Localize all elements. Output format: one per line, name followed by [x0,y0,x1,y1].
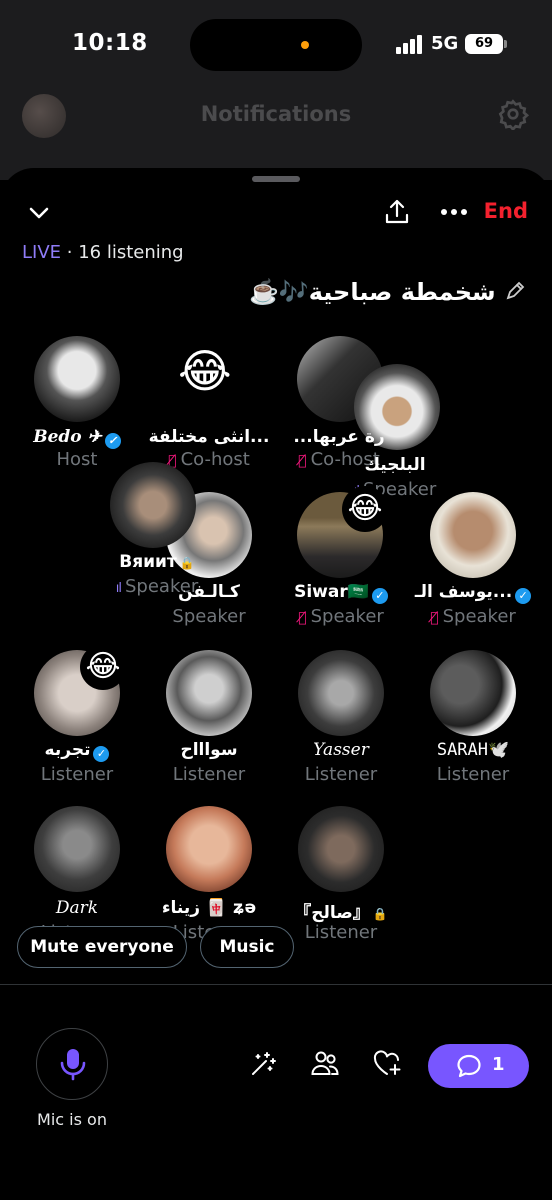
participant-name: 『صالح』 🔒 [294,903,388,923]
avatar[interactable] [298,806,384,892]
space-title[interactable]: شخمطة صباحية🎶☕️ [249,278,526,306]
music-button[interactable]: Music [200,926,294,968]
listening-count: · 16 listening [61,242,184,263]
participant-name: زيناء 🀄 ʑә [161,898,257,918]
mic-muted-icon: 🎙̸ [298,453,307,469]
verified-badge-icon: ✓ [371,588,388,604]
avatar[interactable] [166,806,252,892]
participant-role: Listener [436,764,510,785]
divider [0,984,552,985]
verified-badge-icon: ✓ [515,588,532,604]
participant-role: Listener [304,764,378,785]
battery-icon: 69 [465,34,503,54]
mic-button[interactable] [36,1028,108,1100]
background-header: Notifications [0,90,552,180]
participant-name: Siwar🇸🇦 ✓ [266,582,416,604]
avatar[interactable] [298,650,384,736]
avatar[interactable] [430,492,516,578]
pencil-icon [506,281,525,300]
participant-name: سواااح [180,740,238,760]
verified-badge-icon: ✓ [93,746,110,762]
participant-name: ...رة عربها [293,427,385,447]
add-heart-icon[interactable] [372,1049,402,1077]
space-sheet: End LIVE · 16 listening شخمطة صباحية🎶☕️ … [0,168,552,1200]
share-icon[interactable] [383,198,411,226]
laughing-emoji-icon: 😂 [178,344,232,398]
participant-name: Yasser [313,740,369,760]
mic-muted-icon: 🎙̸ [298,610,307,626]
participant-role: 🎙̸ Speaker [430,606,516,627]
speech-bubble-icon [457,1054,481,1078]
avatar[interactable] [34,336,120,422]
live-status: LIVE · 16 listening [22,242,184,263]
microphone-icon [60,1049,86,1081]
status-bar: 10:18 5G 69 [0,0,552,90]
status-time: 10:18 [72,30,148,56]
sheet-handle[interactable] [252,176,300,182]
participant-role: Listener [172,764,246,785]
participant-role: Listener [40,764,114,785]
collapse-chevron-icon[interactable] [28,202,50,224]
mic-status-label: Mic is on [37,1110,107,1129]
participant-role: 🎙̸ Speaker [298,606,384,627]
live-label: LIVE [22,242,62,263]
participant-name: SARAH🕊️ [436,740,510,760]
participant-name: انثى مختلفة... [148,427,270,447]
lock-icon: 🔒 [372,907,388,921]
signal-icon [396,34,424,54]
end-space-button[interactable]: End [484,199,528,223]
space-title-text: شخمطة صباحية🎶☕️ [248,278,496,306]
participant-name: Bedo ✈︎ ✓ [2,427,152,449]
participant-role: Host [56,449,98,470]
reply-count: 1 [492,1054,505,1075]
magic-wand-icon[interactable] [249,1050,277,1078]
lock-icon: 🔒 [179,556,195,570]
dynamic-island [190,19,362,71]
background-title: Notifications [200,102,352,126]
participant-name: Вяиит 🔒 [119,552,195,572]
reply-count-button[interactable]: 1 [428,1044,529,1088]
participant-role: Speaker [172,606,246,627]
more-options-icon[interactable] [440,208,468,216]
avatar[interactable] [430,650,516,736]
avatar[interactable] [34,806,120,892]
laughing-emoji-icon: 😂 [342,486,388,532]
participant-name: كـالـفن [178,582,240,602]
avatar[interactable] [110,462,196,548]
participant-name: يوسف الـ... ✓ [398,582,548,604]
mic-muted-icon: 🎙̸ [430,610,439,626]
mute-everyone-button[interactable]: Mute everyone [17,926,187,968]
verified-badge-icon: ✓ [104,433,121,449]
speaking-wave-icon: ıl [115,581,122,596]
participant-name: البلجيك [364,455,426,475]
laughing-emoji-icon: 😂 [80,644,126,690]
network-label: 5G [431,33,459,54]
participant-name: Dark [55,898,99,918]
manage-people-icon[interactable] [310,1048,340,1078]
participant-name: تجربه ✓ [2,740,152,762]
settings-gear-icon[interactable] [497,98,529,130]
avatar[interactable] [166,650,252,736]
